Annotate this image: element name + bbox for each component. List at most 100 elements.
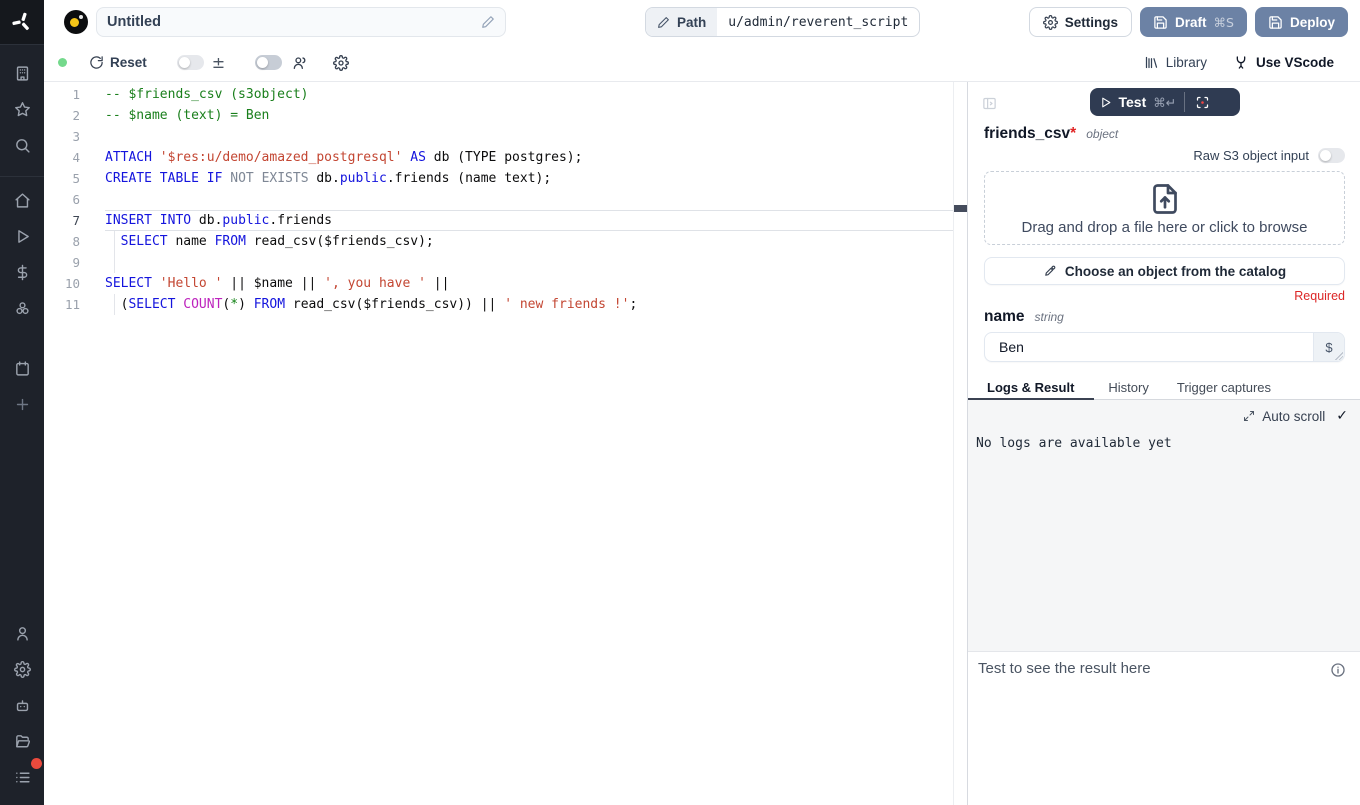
- code-lines: 1 -- $friends_csv (s3object)2-- $name (te…: [44, 84, 953, 315]
- panel-collapse-button[interactable]: [982, 96, 997, 116]
- test-label: Test: [1119, 94, 1147, 110]
- editor-scrollbar[interactable]: [953, 82, 967, 805]
- line-number: 7: [44, 210, 80, 231]
- field-friends-csv-header: friends_csv* object: [984, 125, 1345, 143]
- raw-s3-toggle[interactable]: [1318, 148, 1345, 163]
- audit-list-icon: [14, 769, 31, 786]
- auto-scroll-checkbox[interactable]: ✓: [1336, 408, 1348, 424]
- field-name-header: name string: [984, 308, 1345, 326]
- code-line[interactable]: 9: [44, 252, 953, 273]
- sidebar-item-add[interactable]: [4, 386, 40, 422]
- settings-button[interactable]: Settings: [1029, 7, 1132, 37]
- settings-label: Settings: [1065, 15, 1118, 30]
- name-input-value: Ben: [985, 333, 1313, 361]
- code-line[interactable]: 3: [44, 126, 953, 147]
- diff-toggle[interactable]: [177, 55, 204, 70]
- tab-logs-result[interactable]: Logs & Result: [968, 377, 1094, 399]
- editor-settings-button[interactable]: [333, 55, 349, 71]
- sidebar-item-resources[interactable]: [4, 290, 40, 326]
- line-number: 10: [44, 273, 80, 294]
- code-line[interactable]: 5CREATE TABLE IF NOT EXISTS db.public.fr…: [44, 168, 953, 189]
- test-shortcut: ⌘↵: [1153, 95, 1176, 110]
- draft-button[interactable]: Draft ⌘S: [1140, 7, 1247, 37]
- library-button[interactable]: Library: [1144, 55, 1207, 70]
- field-type: object: [1086, 127, 1118, 141]
- field-name: friends_csv: [984, 125, 1070, 143]
- tab-history[interactable]: History: [1094, 377, 1162, 399]
- line-number: 4: [44, 147, 80, 168]
- star-icon: [14, 101, 31, 118]
- logs-pane: Auto scroll ✓ No logs are available yet: [968, 400, 1360, 652]
- code-text: -- $friends_csv (s3object): [105, 84, 309, 105]
- sidebar-item-home[interactable]: [4, 182, 40, 218]
- path-button[interactable]: Path u/admin/reverent_script: [645, 7, 920, 37]
- apps-icon: [14, 65, 31, 82]
- line-number: 8: [44, 231, 80, 252]
- save-icon: [1268, 15, 1283, 30]
- capture-scan-icon[interactable]: [1195, 95, 1210, 110]
- panel-collapse-icon: [982, 96, 997, 111]
- sidebar-item-settings[interactable]: [4, 651, 40, 687]
- sidebar-item-user[interactable]: [4, 615, 40, 651]
- sidebar-item-audit-logs[interactable]: [4, 759, 40, 795]
- sidebar-item-favorites[interactable]: [4, 91, 40, 127]
- resources-icon: [14, 300, 31, 317]
- app-window: Untitled Path u/admin/reverent_script Se…: [0, 0, 1360, 805]
- field-name: name: [984, 308, 1025, 326]
- draft-label: Draft: [1175, 15, 1207, 30]
- code-text: SELECT 'Hello ' || $name || ', you have …: [105, 273, 449, 294]
- variable-picker-button[interactable]: $: [1313, 333, 1344, 361]
- use-vscode-button[interactable]: Use VScode: [1233, 55, 1334, 71]
- indent-guide: [114, 294, 115, 315]
- line-number: 2: [44, 105, 80, 126]
- raw-s3-label: Raw S3 object input: [1193, 148, 1309, 163]
- windmill-logo[interactable]: [0, 0, 44, 44]
- line-number: 11: [44, 294, 80, 315]
- collab-users-button[interactable]: [292, 55, 308, 71]
- deploy-button[interactable]: Deploy: [1255, 7, 1348, 37]
- code-line[interactable]: 10 SELECT 'Hello ' || $name || ', you hav…: [44, 273, 953, 294]
- result-tabs: Logs & Result History Trigger captures: [968, 377, 1360, 400]
- catalog-button[interactable]: Choose an object from the catalog: [984, 257, 1345, 285]
- test-button[interactable]: Test ⌘↵: [1090, 88, 1240, 116]
- sidebar-item-runs[interactable]: [4, 218, 40, 254]
- line-number: 1: [44, 84, 80, 105]
- tab-trigger-captures[interactable]: Trigger captures: [1163, 377, 1285, 399]
- raw-s3-row: Raw S3 object input: [984, 148, 1345, 163]
- sidebar-group-main: [0, 176, 44, 422]
- reset-button[interactable]: Reset: [89, 55, 147, 70]
- logs-empty-text: No logs are available yet: [976, 436, 1348, 451]
- code-text: CREATE TABLE IF NOT EXISTS db.public.fri…: [105, 168, 551, 189]
- sidebar-item-variables[interactable]: [4, 254, 40, 290]
- vscode-icon: [1233, 55, 1249, 71]
- dropzone-text: Drag and drop a file here or click to br…: [1022, 219, 1308, 236]
- sidebar-item-search[interactable]: [4, 127, 40, 163]
- code-line[interactable]: 11 (SELECT COUNT(*) FROM read_csv($frien…: [44, 294, 953, 315]
- collab-toggle[interactable]: [255, 55, 282, 70]
- sidebar-item-workers[interactable]: [4, 687, 40, 723]
- expand-icon[interactable]: [1243, 410, 1255, 422]
- name-input[interactable]: Ben $: [984, 332, 1345, 362]
- code-editor[interactable]: 1 -- $friends_csv (s3object)2-- $name (te…: [44, 82, 953, 805]
- script-title-input[interactable]: Untitled: [96, 7, 506, 37]
- deploy-label: Deploy: [1290, 15, 1335, 30]
- gear-icon: [14, 661, 31, 678]
- sidebar-item-apps[interactable]: [4, 55, 40, 91]
- sidebar-group-bottom: [0, 615, 44, 805]
- code-line[interactable]: 1 -- $friends_csv (s3object): [44, 84, 953, 105]
- code-line[interactable]: 7INSERT INTO db.public.friends: [44, 210, 953, 231]
- code-line[interactable]: 4ATTACH '$res:u/demo/amazed_postgresql' …: [44, 147, 953, 168]
- line-number: 9: [44, 252, 80, 273]
- indent-guide: [114, 252, 115, 273]
- code-line[interactable]: 2-- $name (text) = Ben: [44, 105, 953, 126]
- code-line[interactable]: 8 SELECT name FROM read_csv($friends_csv…: [44, 231, 953, 252]
- workspace-avatar[interactable]: [64, 10, 88, 34]
- info-icon[interactable]: [1330, 662, 1346, 683]
- path-label-segment: Path: [646, 8, 717, 36]
- status-dot: [58, 58, 67, 67]
- draft-shortcut: ⌘S: [1214, 15, 1234, 30]
- code-line[interactable]: 6: [44, 189, 953, 210]
- sidebar-item-schedules[interactable]: [4, 350, 40, 386]
- sidebar-item-folders[interactable]: [4, 723, 40, 759]
- file-dropzone[interactable]: Drag and drop a file here or click to br…: [984, 171, 1345, 245]
